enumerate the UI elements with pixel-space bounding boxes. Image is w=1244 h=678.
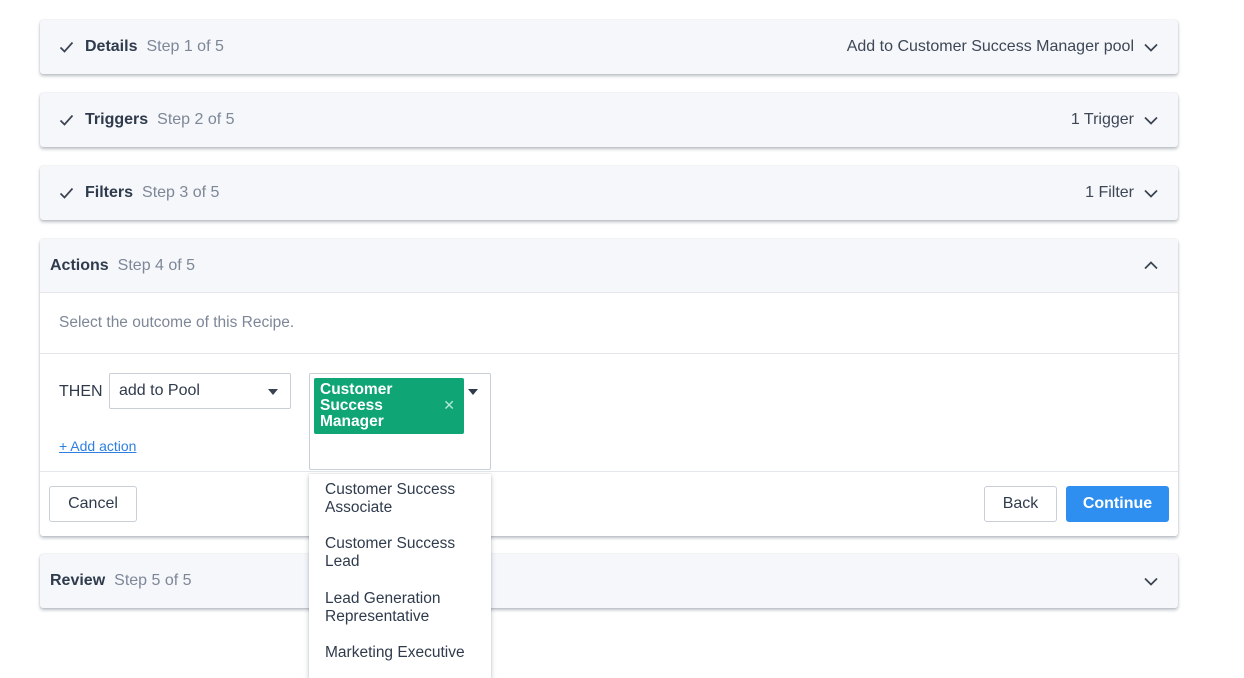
step-panel-actions: Actions Step 4 of 5 Select the outcome o… bbox=[40, 239, 1178, 536]
chevron-up-icon[interactable] bbox=[1144, 259, 1158, 273]
caret-down-icon bbox=[268, 389, 278, 395]
pool-multiselect[interactable]: Customer Success Manager ✕ bbox=[309, 373, 491, 470]
step-header-details[interactable]: Details Step 1 of 5 Add to Customer Succ… bbox=[40, 20, 1178, 74]
check-icon bbox=[58, 39, 75, 56]
step-panel-triggers: Triggers Step 2 of 5 1 Trigger bbox=[40, 93, 1178, 147]
step-summary: 1 Trigger bbox=[1070, 111, 1134, 128]
pool-option[interactable]: Customer Success Associate bbox=[325, 481, 485, 517]
recipe-wizard: Details Step 1 of 5 Add to Customer Succ… bbox=[0, 0, 1244, 678]
then-label: THEN bbox=[59, 383, 103, 400]
action-type-value: add to Pool bbox=[119, 382, 200, 399]
step-counter: Step 2 of 5 bbox=[157, 111, 235, 128]
selected-pool-tag-label: Customer Success Manager bbox=[320, 381, 393, 430]
step-panel-review: Review Step 5 of 5 bbox=[40, 554, 1178, 608]
chevron-down-icon[interactable] bbox=[1144, 186, 1158, 200]
actions-footer: Cancel Back Continue bbox=[40, 472, 1178, 535]
step-header-triggers[interactable]: Triggers Step 2 of 5 1 Trigger bbox=[40, 93, 1178, 147]
close-icon[interactable]: ✕ bbox=[443, 397, 455, 414]
step-header-review[interactable]: Review Step 5 of 5 bbox=[40, 554, 1178, 608]
step-summary: 1 Filter bbox=[1085, 184, 1134, 201]
action-row: THEN add to Pool + Add action Customer S… bbox=[40, 354, 1178, 472]
step-counter: Step 1 of 5 bbox=[146, 38, 224, 55]
step-summary: Add to Customer Success Manager pool bbox=[846, 38, 1134, 55]
add-action-link[interactable]: + Add action bbox=[59, 438, 136, 454]
step-panel-filters: Filters Step 3 of 5 1 Filter bbox=[40, 166, 1178, 220]
continue-button[interactable]: Continue bbox=[1066, 486, 1169, 522]
step-header-actions[interactable]: Actions Step 4 of 5 bbox=[40, 239, 1178, 293]
step-title: Details bbox=[85, 38, 138, 55]
caret-down-icon[interactable] bbox=[468, 389, 478, 395]
cancel-button[interactable]: Cancel bbox=[49, 486, 137, 522]
check-icon bbox=[58, 112, 75, 129]
pool-option[interactable]: Customer Success Lead bbox=[325, 535, 485, 571]
selected-pool-tag: Customer Success Manager ✕ bbox=[314, 378, 464, 434]
step-title: Filters bbox=[85, 184, 134, 201]
step-counter: Step 5 of 5 bbox=[114, 572, 192, 589]
step-title: Review bbox=[50, 572, 106, 589]
step-title: Triggers bbox=[85, 111, 149, 128]
action-type-select[interactable]: add to Pool bbox=[109, 373, 291, 409]
back-button[interactable]: Back bbox=[984, 486, 1057, 522]
chevron-down-icon[interactable] bbox=[1144, 40, 1158, 54]
chevron-down-icon[interactable] bbox=[1144, 113, 1158, 127]
actions-description-row: Select the outcome of this Recipe. bbox=[40, 293, 1178, 354]
step-title: Actions bbox=[50, 256, 109, 274]
check-icon bbox=[58, 185, 75, 202]
step-panel-details: Details Step 1 of 5 Add to Customer Succ… bbox=[40, 20, 1178, 74]
pool-options-dropdown: Customer Success Associate Customer Succ… bbox=[309, 474, 491, 678]
step-header-filters[interactable]: Filters Step 3 of 5 1 Filter bbox=[40, 166, 1178, 220]
actions-description: Select the outcome of this Recipe. bbox=[59, 314, 295, 331]
pool-option[interactable]: Marketing Executive bbox=[325, 644, 485, 662]
step-counter: Step 4 of 5 bbox=[117, 256, 196, 274]
pool-option[interactable]: Lead Generation Representative bbox=[325, 590, 485, 626]
step-counter: Step 3 of 5 bbox=[142, 184, 220, 201]
chevron-down-icon[interactable] bbox=[1144, 574, 1158, 588]
